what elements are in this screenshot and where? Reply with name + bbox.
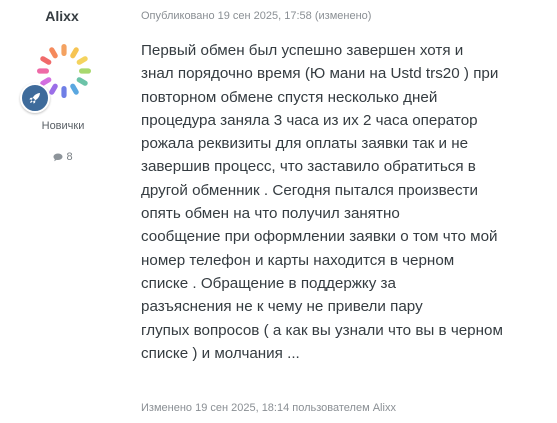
post-line: процедура заняла 3 часа из их 2 часа опе… <box>141 111 478 129</box>
post-count-value: 8 <box>66 151 73 163</box>
author-group: Новички <box>41 120 85 132</box>
post-line: опять обмен на что получил занятно <box>141 205 400 223</box>
post-line: повторном обмене спустя несколько дней <box>141 88 438 106</box>
post-line: разъяснения не к чему не привели пару <box>141 298 423 316</box>
post-line: другой обменник . Сегодня пытался произв… <box>141 181 478 199</box>
post-line: списке ) и молчания ... <box>141 344 300 362</box>
rocket-icon <box>29 93 40 104</box>
post-edited-note: Изменено 19 сен 2025, 18:14 пользователе… <box>141 402 396 414</box>
rank-badge <box>20 83 50 113</box>
post-line: рожала реквизиты для оплаты заявки так и… <box>141 135 469 153</box>
author-username[interactable]: Alixx <box>0 8 124 24</box>
author-post-count[interactable]: 8 <box>0 151 126 163</box>
post-line: сообщение при оформлении заявки о том чт… <box>141 228 498 246</box>
post-line: завершив процесс, что заставило обратить… <box>141 158 476 176</box>
author-panel: Alixx Новички 8 <box>0 0 124 423</box>
post-content: Первый обмен был успешно завершен хотя и… <box>141 39 551 365</box>
post-line: глупых вопросов ( а как вы узнали что вы… <box>141 321 503 339</box>
post-published-date[interactable]: Опубликовано 19 сен 2025, 17:58 (изменен… <box>141 10 371 22</box>
post-line: списке . Обращение в поддержку за <box>141 274 396 292</box>
post-line: номер телефон и карты находится в черном <box>141 251 455 269</box>
post-line: знал порядочно время (Ю мани на Ustd trs… <box>141 65 499 83</box>
post-line: Первый обмен был успешно завершен хотя и <box>141 42 464 59</box>
comment-icon <box>53 153 63 162</box>
